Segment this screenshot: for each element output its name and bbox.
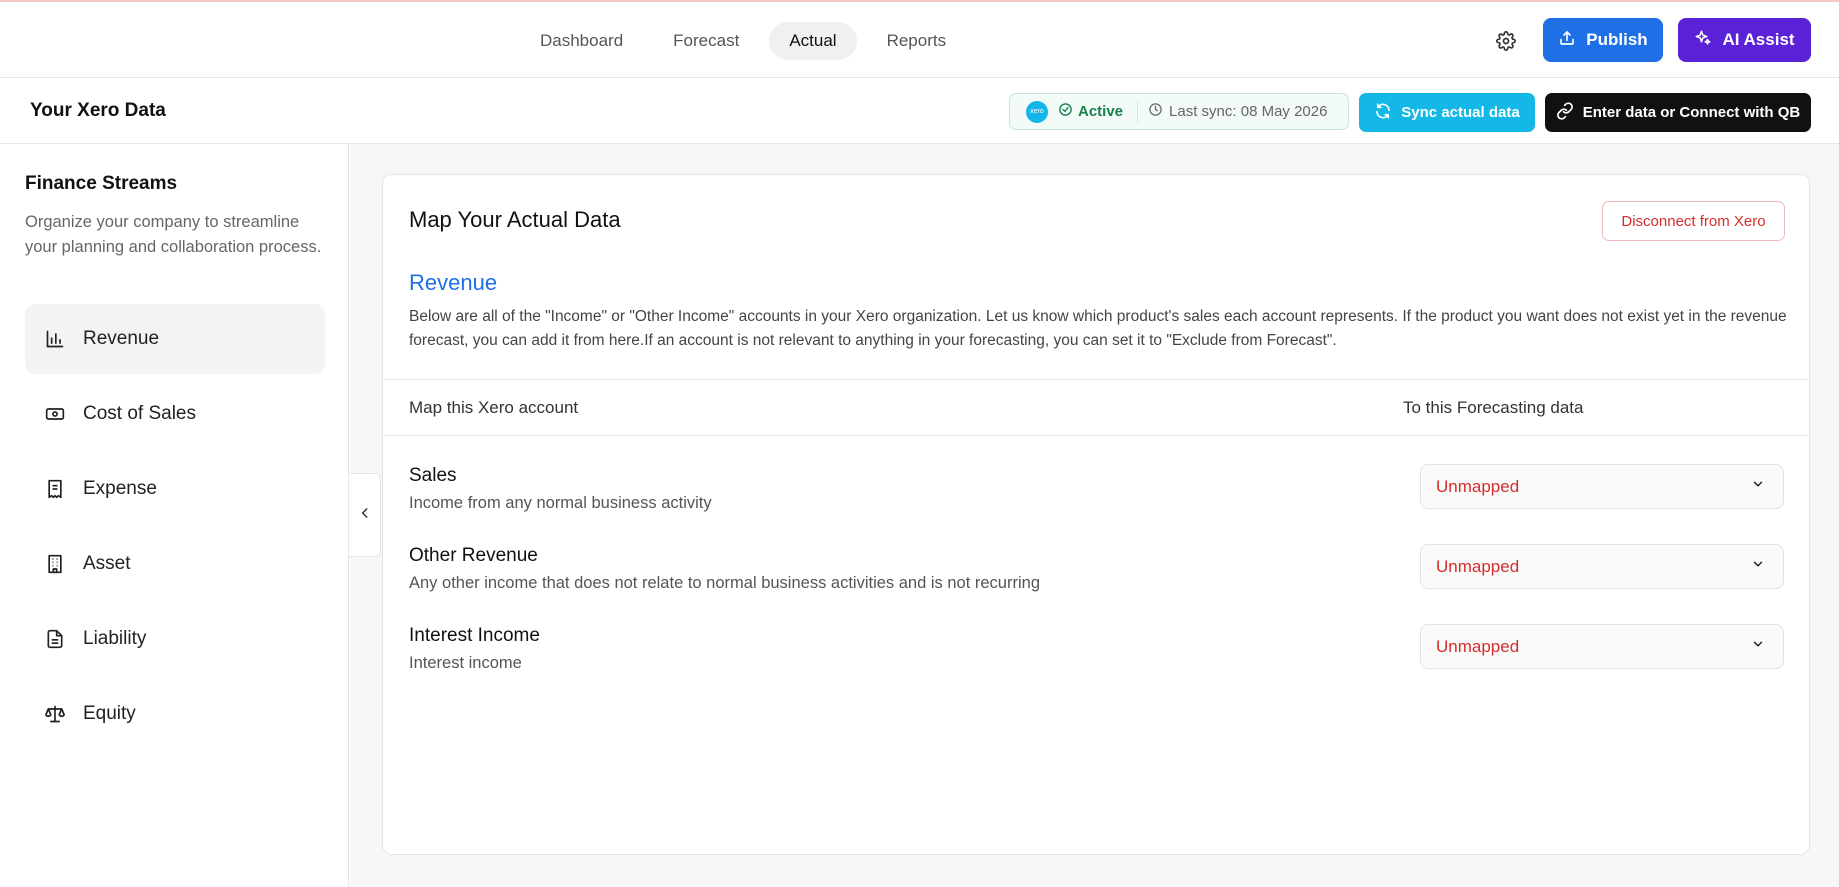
last-sync-label: Last sync: 08 May 2026 [1169,103,1328,120]
mapping-select[interactable]: Unmapped [1420,624,1784,669]
data-source-header: Your Xero Data xero Active Last sync: 08… [0,78,1839,144]
sidebar-item-equity[interactable]: Equity [25,679,325,749]
mapping-select[interactable]: Unmapped [1420,544,1784,589]
ai-assist-label: AI Assist [1722,30,1795,49]
connection-status-pill: xero Active Last sync: 08 May 2026 [1009,93,1349,130]
section-description: Below are all of the "Income" or "Other … [409,308,1787,349]
document-icon [45,629,65,649]
disconnect-xero-button[interactable]: Disconnect from Xero [1602,201,1785,241]
table-row: Interest Income Interest income Unmapped [383,624,1809,691]
sidebar-item-label: Revenue [83,328,160,349]
mapping-value: Unmapped [1436,636,1520,656]
chevron-left-icon [358,506,372,525]
publish-button[interactable]: Publish [1543,18,1663,62]
top-navigation-bar: Dashboard Forecast Actual Reports Publis… [0,2,1839,78]
table-row: Other Revenue Any other income that does… [383,544,1809,611]
check-circle-icon [1058,102,1073,121]
status-label: Active [1078,103,1124,120]
collapse-sidebar-button[interactable] [349,473,381,557]
scale-icon [45,704,65,724]
tab-actual[interactable]: Actual [769,22,857,60]
sidebar-item-label: Equity [83,703,136,724]
sidebar-item-label: Asset [83,553,131,574]
last-sync: Last sync: 08 May 2026 [1148,102,1327,121]
sync-label: Sync actual data [1401,104,1520,121]
gear-icon[interactable] [1494,29,1518,53]
sidebar-item-revenue[interactable]: Revenue [25,304,325,374]
tab-dashboard[interactable]: Dashboard [520,22,643,60]
column-header-xero-account: Map this Xero account [409,398,579,417]
sidebar-item-label: Cost of Sales [83,403,196,424]
tab-forecast[interactable]: Forecast [653,22,759,60]
enter-data-button[interactable]: Enter data or Connect with QB [1545,93,1811,132]
account-description: Income from any normal business activity [409,494,712,512]
clock-icon [1148,102,1163,121]
account-description: Interest income [409,654,522,672]
sidebar-list: Revenue Cost of Sales Expense Asset Liab… [25,304,325,754]
page-title: Your Xero Data [30,100,166,121]
xero-logo-icon: xero [1026,100,1048,123]
active-status: Active [1058,102,1123,121]
publish-label: Publish [1586,30,1648,49]
section-title: Revenue [409,270,498,295]
card-title: Map Your Actual Data [409,207,621,232]
sidebar-title: Finance Streams [25,173,178,194]
mapping-card: Map Your Actual Data Disconnect from Xer… [382,174,1810,855]
account-name: Sales [409,465,457,486]
chevron-down-icon [1751,637,1765,656]
sidebar-item-cost-of-sales[interactable]: Cost of Sales [25,379,325,449]
bar-chart-icon [45,329,65,349]
table-row: Sales Income from any normal business ac… [383,464,1809,531]
refresh-icon [1374,102,1392,124]
account-name: Other Revenue [409,545,538,566]
upload-icon [1558,29,1576,52]
chevron-down-icon [1751,477,1765,496]
mapping-value: Unmapped [1436,476,1520,496]
tab-reports[interactable]: Reports [867,22,967,60]
table-header: Map this Xero account To this Forecastin… [383,379,1809,436]
finance-streams-sidebar: Finance Streams Organize your company to… [0,144,349,887]
column-header-forecasting-data: To this Forecasting data [1403,398,1584,417]
building-icon [45,554,65,574]
sidebar-item-asset[interactable]: Asset [25,529,325,599]
mapping-value: Unmapped [1436,556,1520,576]
sidebar-item-liability[interactable]: Liability [25,604,325,674]
receipt-icon [45,479,65,499]
main-nav-tabs: Dashboard Forecast Actual Reports [520,22,966,60]
ai-assist-button[interactable]: AI Assist [1678,18,1811,62]
sidebar-item-label: Expense [83,478,157,499]
cash-icon [45,404,65,424]
pill-divider [1137,100,1139,123]
link-icon [1556,101,1574,124]
sparkles-icon [1694,29,1712,52]
main-content: Map Your Actual Data Disconnect from Xer… [350,144,1839,887]
sidebar-item-label: Liability [83,628,147,649]
mapping-select[interactable]: Unmapped [1420,464,1784,509]
sync-actual-data-button[interactable]: Sync actual data [1359,93,1535,132]
sidebar-item-expense[interactable]: Expense [25,454,325,524]
account-description: Any other income that does not relate to… [409,574,1040,592]
sidebar-description: Organize your company to streamline your… [25,213,322,256]
chevron-down-icon [1751,557,1765,576]
account-name: Interest Income [409,625,540,646]
enter-data-label: Enter data or Connect with QB [1582,104,1801,121]
